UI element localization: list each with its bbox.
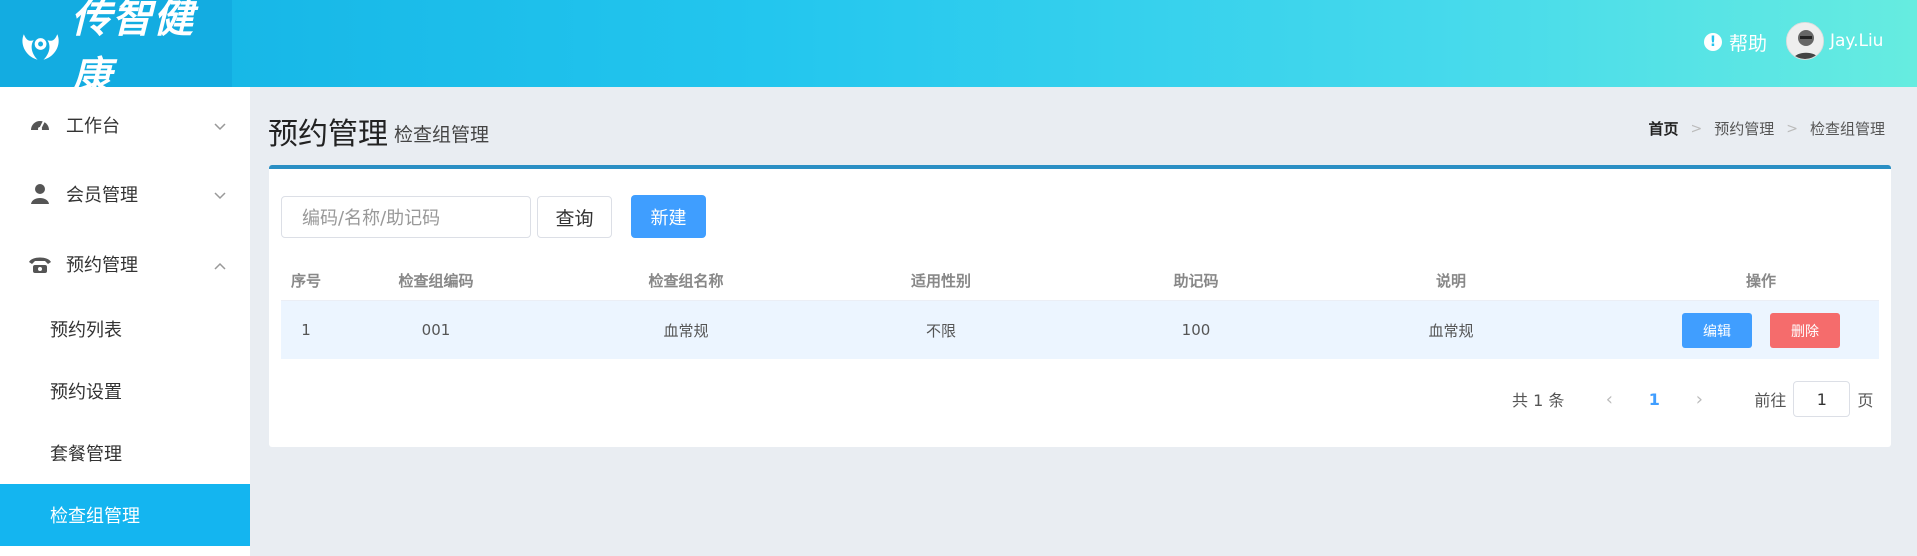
chevron-right-icon: > [1690, 120, 1703, 137]
user-menu[interactable]: Jay.Liu [1786, 21, 1883, 61]
pagination-goto-label: 前往 [1754, 391, 1787, 410]
sidebar-item-appointments[interactable]: 预约管理 [0, 232, 250, 296]
table-cell: 001 [421, 321, 451, 339]
column-header: 序号 [290, 272, 321, 290]
info-icon: ! [1704, 33, 1722, 51]
breadcrumb-item[interactable]: 预约管理 [1714, 118, 1774, 139]
sidebar-subitem-checkgroup-management[interactable]: 检查组管理 [0, 484, 250, 546]
logo[interactable]: 传智健康 [0, 0, 232, 100]
top-header: 传智健康 ! 帮助 Jay.Liu [0, 0, 1917, 100]
query-button[interactable]: 查询 [537, 196, 612, 238]
sidebar-item-members[interactable]: 会员管理 [0, 162, 250, 226]
sidebar: 工作台 会员管理 预约管理 预约列表 预约设置 套餐管理 检查组管理 [0, 87, 250, 556]
chevron-down-icon [214, 115, 226, 136]
column-header: 检查组编码 [398, 272, 474, 290]
user-name: Jay.Liu [1830, 31, 1884, 51]
breadcrumb-home[interactable]: 首页 [1648, 118, 1678, 139]
search-input[interactable]: 编码/名称/助记码 [281, 196, 531, 238]
user-icon [28, 182, 52, 206]
logo-icon [22, 33, 59, 60]
column-header: 助记码 [1173, 272, 1219, 290]
page-subtitle: 检查组管理 [394, 124, 490, 146]
chevron-down-icon [214, 184, 226, 205]
delete-button[interactable]: 删除 [1770, 313, 1840, 348]
column-header: 操作 [1745, 272, 1776, 290]
pagination-total: 共 1 条 [1512, 391, 1565, 410]
table-cell: 血常规 [1428, 321, 1474, 340]
content-panel: 编码/名称/助记码 查询 新建 序号 检查组编码 检查组名称 适用性别 助记码 … [269, 165, 1891, 447]
checkgroup-table: 序号 检查组编码 检查组名称 适用性别 助记码 说明 操作 1 001 血常规 … [281, 261, 1879, 359]
chevron-right-icon: > [1786, 120, 1798, 137]
table-header: 序号 检查组编码 检查组名称 适用性别 助记码 说明 操作 [281, 261, 1879, 301]
column-header: 适用性别 [910, 272, 971, 290]
sidebar-item-label: 会员管理 [66, 185, 138, 206]
table-cell: 100 [1181, 321, 1211, 339]
avatar [1786, 22, 1824, 60]
help-link[interactable]: ! 帮助 [1704, 26, 1767, 58]
breadcrumb-current: 检查组管理 [1809, 120, 1885, 138]
edit-button[interactable]: 编辑 [1682, 313, 1752, 348]
pagination: 共 1 条 ‹ 1 › 前往 1 页 [1512, 381, 1873, 417]
chevron-right-icon[interactable]: › [1684, 389, 1714, 410]
column-header: 检查组名称 [648, 272, 724, 290]
sidebar-item-workbench[interactable]: 工作台 [0, 93, 250, 157]
chevron-left-icon[interactable]: ‹ [1594, 389, 1624, 410]
sidebar-subitem-appointment-list[interactable]: 预约列表 [0, 298, 250, 360]
breadcrumb: 首页 > 预约管理 > 检查组管理 [1648, 118, 1885, 139]
chevron-up-icon [214, 254, 226, 275]
table-cell: 1 [301, 321, 311, 339]
pagination-goto-input[interactable]: 1 [1793, 381, 1851, 417]
dashboard-icon [28, 113, 52, 137]
table-cell: 不限 [925, 321, 956, 340]
sidebar-item-label: 工作台 [66, 116, 120, 137]
page-title: 预约管理 [268, 117, 388, 152]
new-button[interactable]: 新建 [631, 195, 706, 238]
sidebar-subitem-appointment-settings[interactable]: 预约设置 [0, 360, 250, 422]
table-cell: 血常规 [663, 321, 709, 340]
table-row: 1 001 血常规 不限 100 血常规 编辑 删除 [281, 301, 1879, 359]
pagination-page[interactable]: 1 [1624, 390, 1684, 409]
sidebar-subitem-package-management[interactable]: 套餐管理 [0, 422, 250, 484]
pagination-page-suffix: 页 [1857, 391, 1874, 410]
column-header: 说明 [1435, 272, 1466, 290]
sidebar-item-label: 预约管理 [66, 255, 138, 276]
phone-icon [28, 252, 52, 276]
help-label: 帮助 [1729, 32, 1768, 55]
